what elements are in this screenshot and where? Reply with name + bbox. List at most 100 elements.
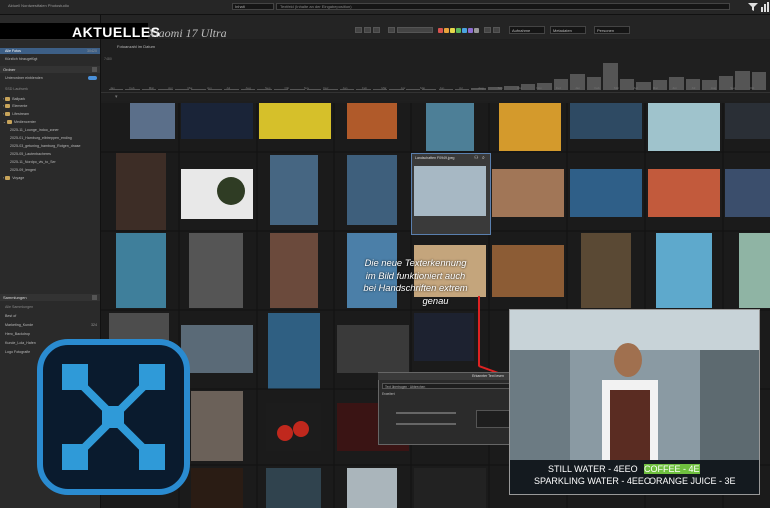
thumbnail: [189, 233, 243, 308]
handwritten-menu-line: STILL WATER - 4EEO: [548, 464, 638, 474]
timeline-bar[interactable]: [735, 70, 750, 90]
handwritten-menu-line: ORANGE JUICE - 3E: [649, 476, 736, 486]
subfolder-item[interactable]: 2025-05_Lautenbacheres✓: [0, 151, 110, 158]
folder-item[interactable]: ⌄ Mediencenter: [0, 119, 103, 126]
thumbnail: [116, 153, 166, 230]
collapse-icon[interactable]: ▾: [115, 94, 118, 100]
thumbnail: [570, 169, 642, 217]
color-label-swatch[interactable]: [474, 28, 479, 33]
thumbnail: [581, 233, 631, 308]
timeline-month-label: Jul: [226, 86, 231, 90]
collections-header[interactable]: Sammlungen: [0, 294, 100, 301]
metadata-select[interactable]: Metadaten: [550, 26, 586, 34]
rating-filter[interactable]: [397, 27, 433, 33]
handwritten-menu-line: SPARKLING WATER - 4EEO: [534, 476, 651, 486]
timeline-month-label: Feb: [594, 86, 600, 90]
thumbnail: [492, 245, 564, 297]
subfolder-item[interactable]: 2025-11_Nordpo_vis_to_Ser✓: [0, 159, 110, 166]
sort-direction-button[interactable]: [388, 27, 395, 33]
timeline-month-label: Jan: [575, 86, 581, 90]
thumbnail: [492, 169, 564, 217]
timeline-month-label: Mai: [187, 86, 193, 90]
chevron-right-icon: ›: [3, 97, 5, 101]
filter-icon[interactable]: [748, 2, 758, 12]
timeline-month-label: Aug: [478, 86, 484, 90]
thumbnail: [270, 233, 318, 308]
folder-item[interactable]: › Lifestream: [0, 111, 103, 118]
timeline-month-label: Jun: [672, 86, 677, 90]
thumbnail: [181, 103, 253, 139]
sort-select[interactable]: Aufnahme: [509, 26, 545, 34]
thumbnail: [116, 233, 166, 308]
timeline-month-label: Okt: [517, 86, 522, 90]
add-collection-button[interactable]: [92, 295, 97, 300]
search-input[interactable]: Textfeld (Inhalte an der Eingabeposition…: [276, 3, 730, 10]
subfolder-item[interactable]: 2025-09_lengeri✓: [0, 167, 110, 174]
color-label-swatch[interactable]: [444, 28, 449, 33]
people-icon[interactable]: ⚇: [474, 155, 478, 161]
folder-item[interactable]: › Ballpark: [0, 96, 103, 103]
flag-filter-button[interactable]: [484, 27, 491, 33]
feature-annotation: Die neue Texterkennung im Bild funktioni…: [343, 257, 488, 307]
dialog-option[interactable]: Erweitert: [382, 392, 395, 396]
timeline-axis: [101, 92, 770, 93]
color-label-swatch[interactable]: [462, 28, 467, 33]
sidebar-item-all-photos[interactable]: Alle Fotos 30420: [0, 48, 100, 54]
thumbnail: [277, 425, 293, 441]
thumbnail: [293, 421, 309, 437]
detail-view-button[interactable]: [373, 27, 380, 33]
reject-filter-button[interactable]: [493, 27, 500, 33]
color-label-swatch[interactable]: [468, 28, 473, 33]
subfolder-item[interactable]: 2025-01_Hamburg_elbtreppen_ending●: [0, 135, 110, 142]
handwritten-menu-line: COFFEE - 4E: [644, 464, 700, 474]
dialog-slider[interactable]: [396, 423, 456, 425]
grid-view-button[interactable]: [355, 27, 362, 33]
collection-item[interactable]: Hero_Backdrop: [0, 331, 100, 337]
chevron-right-icon: ›: [3, 176, 5, 180]
timeline-bar[interactable]: [290, 89, 305, 90]
zoom-icon[interactable]: ⌕: [482, 155, 485, 161]
subfolder-item[interactable]: 2025-11_Lounge_indoo_zoner●: [0, 127, 110, 134]
collection-item[interactable]: Marketing_Kunde 324: [0, 322, 100, 328]
timeline-month-label: Aug: [245, 86, 252, 90]
add-folder-button[interactable]: [92, 67, 97, 72]
handwriting-sample-photo: STILL WATER - 4EEO SPARKLING WATER - 4EE…: [509, 309, 760, 495]
folder-item[interactable]: › Voyage: [0, 175, 103, 182]
timeline-bar[interactable]: [619, 79, 635, 90]
annotation-connector: [478, 296, 480, 366]
color-label-swatch[interactable]: [456, 28, 461, 33]
thumbnail: [499, 103, 561, 151]
timeline-month-label: Jun: [439, 86, 445, 90]
thumbnail: [181, 325, 253, 373]
folders-header[interactable]: Ordner: [0, 66, 100, 73]
timeline-month-label: Dez: [555, 86, 562, 90]
timeline-bar[interactable]: [191, 89, 206, 90]
timeline-month-label: Okt: [749, 86, 755, 90]
color-label-swatch[interactable]: [450, 28, 455, 33]
timeline-month-label: Jan: [342, 86, 348, 90]
search-scope-select[interactable]: Inhalt: [232, 3, 274, 10]
thumbnail: [109, 313, 169, 341]
people-select[interactable]: Personen: [594, 26, 630, 34]
timeline-month-label: Sep: [265, 86, 271, 90]
list-view-button[interactable]: [364, 27, 371, 33]
collection-item[interactable]: Best of: [0, 313, 100, 319]
timeline-bar[interactable]: [520, 84, 536, 90]
chevron-right-icon: ›: [3, 112, 5, 116]
thumbnail: [347, 468, 397, 508]
color-label-swatch[interactable]: [438, 28, 443, 33]
timeline-bar[interactable]: [636, 82, 651, 90]
chart-icon[interactable]: [761, 2, 769, 12]
dialog-slider[interactable]: [396, 412, 456, 414]
timeline-bar[interactable]: [405, 89, 421, 90]
thumbnail: [217, 177, 245, 205]
subfolder-item[interactable]: 2025-03_getuning_hamburg_Rotgen_dnase✓: [0, 143, 110, 150]
timeline-month-label: Jul: [458, 86, 463, 90]
timeline-max-label: 7480: [104, 57, 112, 61]
thumbnail[interactable]: [414, 166, 486, 216]
annotation-line: im Bild funktioniert auch: [365, 269, 466, 281]
folder-item[interactable]: › Elemente: [0, 103, 103, 110]
subfolders-toggle[interactable]: [88, 76, 97, 80]
annotation-line: Die neue Texterkennung: [364, 257, 467, 268]
sidebar-item-recent[interactable]: Kürzlich hinzugefügt: [0, 56, 100, 62]
